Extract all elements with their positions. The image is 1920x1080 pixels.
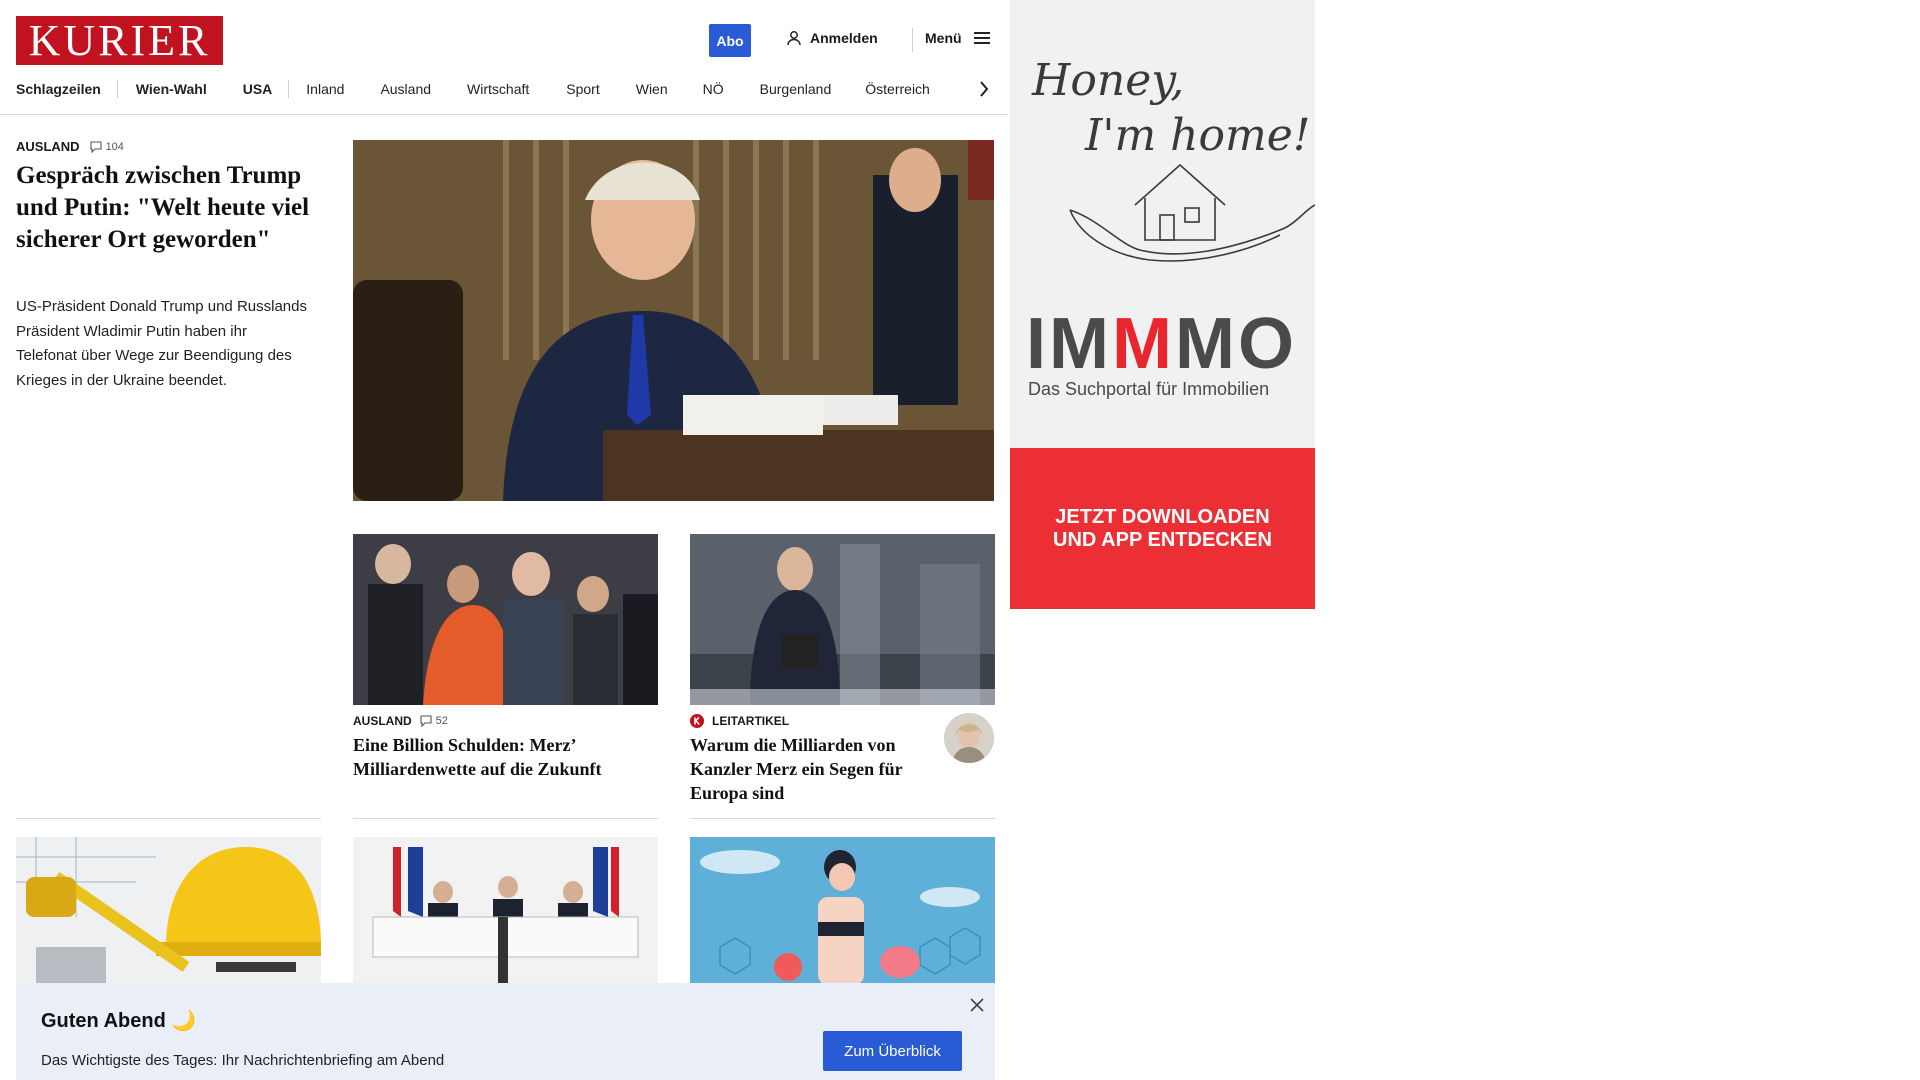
author-avatar[interactable] <box>944 713 994 763</box>
nav-item-noe[interactable]: NÖ <box>703 81 724 97</box>
lead-comments-count: 104 <box>105 140 124 153</box>
lead-photo <box>353 140 994 501</box>
lead-image[interactable] <box>353 140 994 501</box>
ad-tagline-line1: Honey, <box>1031 55 1184 106</box>
nav-divider <box>116 80 118 98</box>
card-divider <box>16 818 321 819</box>
immmo-logo-part: MO <box>1174 304 1297 384</box>
section-nav: Schlagzeilen Wien-Wahl USA Inland Auslan… <box>16 76 930 102</box>
card-headline[interactable]: Eine Billion Schulden: Merz’ Milliardenw… <box>353 733 658 781</box>
lead-meta: AUSLAND 104 <box>16 139 124 154</box>
nav-item-wirtschaft[interactable]: Wirtschaft <box>467 81 529 97</box>
kurier-k-icon <box>690 714 704 728</box>
ad-download-cta[interactable]: JETZT DOWNLOADEN UND APP ENTDECKEN <box>1010 448 1315 609</box>
card-category[interactable]: LEITARTIKEL <box>712 714 789 728</box>
site-header: KURIER Abo Anmelden Menü Schlagzeilen Wi… <box>0 0 1008 115</box>
close-icon <box>970 998 984 1012</box>
login-label: Anmelden <box>810 30 878 46</box>
card-image-leitartikel[interactable] <box>690 534 995 705</box>
ad-cta-line1: JETZT DOWNLOADEN <box>1055 505 1270 528</box>
card-divider <box>353 818 658 819</box>
briefing-close-button[interactable] <box>967 995 987 1015</box>
evening-briefing-banner: Guten Abend 🌙 Das Wichtigste des Tages: … <box>16 983 995 1080</box>
card-divider <box>690 818 995 819</box>
menu-label: Menü <box>925 30 962 46</box>
card-photo <box>690 837 995 985</box>
nav-divider <box>288 80 290 98</box>
comment-icon <box>90 140 102 153</box>
card-meta: LEITARTIKEL <box>690 714 789 728</box>
ad-cta-line2: UND APP ENTDECKEN <box>1053 528 1272 551</box>
hamburger-icon <box>973 32 990 44</box>
card-image-health-illustration[interactable] <box>690 837 995 985</box>
nav-item-inland[interactable]: Inland <box>306 81 344 97</box>
nav-item-schlagzeilen[interactable]: Schlagzeilen <box>16 81 101 97</box>
nav-item-ausland[interactable]: Ausland <box>380 81 431 97</box>
card-photo <box>353 534 658 705</box>
card-headline[interactable]: Warum die Milliarden von Kanzler Merz ei… <box>690 733 935 805</box>
nav-item-sport[interactable]: Sport <box>566 81 599 97</box>
briefing-text: Das Wichtigste des Tages: Ihr Nachrichte… <box>41 1052 445 1069</box>
immmo-advertisement[interactable]: Honey, I'm home! IMMMO Das Suchportal fü… <box>1010 0 1315 609</box>
lead-headline[interactable]: Gespräch zwischen Trump und Putin: "Welt… <box>16 160 311 256</box>
ad-tagline-line2: I'm home! <box>1084 110 1310 161</box>
nav-scroll-right[interactable] <box>975 78 993 100</box>
nav-item-oesterreich[interactable]: Österreich <box>865 81 930 97</box>
nav-item-wien[interactable]: Wien <box>636 81 668 97</box>
card-photo <box>690 534 995 705</box>
card-photo <box>353 837 658 985</box>
author-photo <box>944 713 994 763</box>
lead-teaser[interactable]: US-Präsident Donald Trump und Russlands … <box>16 295 311 393</box>
ad-illustration: Honey, I'm home! <box>1031 55 1315 262</box>
card-comments-count: 52 <box>435 715 448 727</box>
immmo-logo: IMMMO <box>1026 308 1297 380</box>
card-category[interactable]: AUSLAND <box>353 714 412 728</box>
immmo-logo-accent: M <box>1111 304 1175 384</box>
immmo-logo-part: IM <box>1026 304 1112 384</box>
nav-item-usa[interactable]: USA <box>243 81 273 97</box>
comment-icon <box>420 715 432 727</box>
card-image-construction[interactable] <box>16 837 321 985</box>
chevron-right-icon <box>980 81 989 97</box>
briefing-overview-button[interactable]: Zum Überblick <box>823 1031 962 1071</box>
menu-button[interactable]: Menü <box>925 30 990 46</box>
abo-button[interactable]: Abo <box>709 24 751 57</box>
immmo-subtitle: Das Suchportal für Immobilien <box>1028 379 1270 399</box>
kurier-logo[interactable]: KURIER <box>16 16 223 65</box>
user-icon <box>787 31 801 46</box>
card-image-press-conference[interactable] <box>353 837 658 985</box>
card-meta: AUSLAND 52 <box>353 714 448 728</box>
card-comments[interactable]: 52 <box>420 715 448 727</box>
lead-category[interactable]: AUSLAND <box>16 139 80 154</box>
card-photo <box>16 837 321 985</box>
header-divider <box>912 28 913 52</box>
login-button[interactable]: Anmelden <box>786 30 878 46</box>
briefing-title: Guten Abend 🌙 <box>41 1010 197 1032</box>
lead-comments[interactable]: 104 <box>90 141 124 153</box>
nav-item-wien-wahl[interactable]: Wien-Wahl <box>136 81 207 97</box>
card-image-merz-debt[interactable] <box>353 534 658 705</box>
nav-item-burgenland[interactable]: Burgenland <box>760 81 832 97</box>
